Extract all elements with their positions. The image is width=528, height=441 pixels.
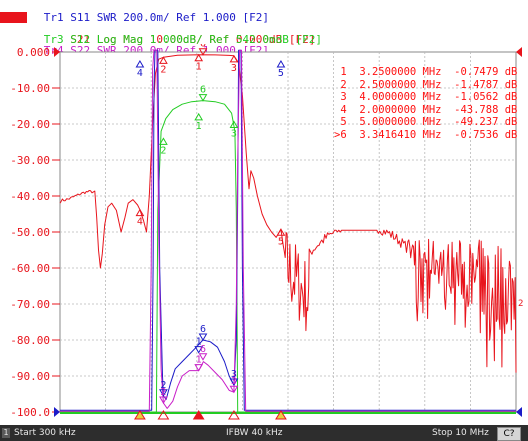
marker-readout-freq: 2.5000000 MHz [359, 78, 442, 91]
marker-readout-row: 5 5.0000000 MHz -49.237 dB [334, 116, 517, 129]
y-tick-label: -100.0 [10, 406, 50, 419]
plot-area[interactable]: 0.000 -10.00 -20.00 -30.00 -40.00 -50.00 -60.0… [0, 44, 528, 425]
marker-label: 1 [196, 62, 202, 73]
marker-label: 1 [196, 121, 202, 132]
marker-readout-value: -1.4787 dB [447, 78, 518, 91]
marker-readout-num: 2 [334, 78, 347, 91]
start-frequency[interactable]: Start 300 kHz [14, 425, 76, 441]
right-channel-label: 2 [518, 299, 523, 309]
marker-label: 2 [160, 387, 166, 398]
y-tick-label: -20.00 [10, 118, 50, 131]
marker-readout-freq: 2.0000000 MHz [359, 103, 442, 116]
vna-window: Tr1 S11 SWR 200.0m/ Ref 1.000 [F2] Tr2 S… [0, 0, 528, 441]
trace-legend: Tr1 S11 SWR 200.0m/ Ref 1.000 [F2] Tr2 S… [0, 0, 528, 56]
y-tick-label: 0.000 [17, 46, 50, 59]
status-bar: 1 Start 300 kHz IFBW 40 kHz Stop 10 MHz … [0, 425, 528, 441]
marker-label: 4 [137, 217, 143, 228]
marker-label: 3 [231, 128, 237, 139]
marker-label: 5 [278, 68, 284, 79]
ifbw-setting[interactable]: IFBW 40 kHz [226, 425, 282, 441]
marker-readout-freq: 5.0000000 MHz [359, 116, 442, 128]
y-tick-label: -90.00 [10, 370, 50, 383]
y-tick-label: -80.00 [10, 334, 50, 347]
marker-label: 6 [200, 324, 206, 335]
right-ref-arrow-red [516, 47, 522, 57]
marker-readout-num: 1 [334, 66, 347, 78]
trace-legend-tr2[interactable]: Tr2 S21 Log Mag 10.00dB/ Ref 0.000dB [F2… [0, 12, 315, 45]
y-tick-label: -50.00 [10, 226, 50, 239]
continuous-sweep-button[interactable]: C? [497, 427, 521, 441]
y-tick-label: -60.00 [10, 262, 50, 275]
marker-readout-num: 4 [334, 103, 347, 116]
marker-readout-freq: 4.0000000 MHz [359, 91, 442, 103]
marker-readout-value: -0.7536 dB [447, 128, 518, 141]
marker-readout-row: 3 4.0000000 MHz -1.0562 dB [334, 91, 517, 104]
y-tick-label: -10.00 [10, 82, 50, 95]
stop-frequency[interactable]: Stop 10 MHz [432, 425, 489, 441]
trace-legend-tr3[interactable]: Tr3 S12 Log Mag 1.000dB/ Ref 542.0mdB [F… [4, 23, 322, 45]
marker-label: 6 [200, 344, 206, 355]
marker-readout-num: 3 [334, 91, 347, 103]
marker-readout-value: -1.0562 dB [447, 91, 518, 103]
marker-readout-freq: 3.3416410 MHz [359, 128, 442, 141]
marker-label: 3 [231, 376, 237, 387]
marker-label: 2 [160, 145, 166, 156]
marker-readout-row: 2 2.5000000 MHz -1.4787 dB [334, 79, 517, 92]
right-ref-arrow-blue [516, 407, 522, 417]
marker-readout-table: 1 3.2500000 MHz -0.7479 dB 2 2.5000000 M… [334, 66, 517, 141]
y-tick-label: -70.00 [10, 298, 50, 311]
marker-readout-num: >6 [334, 128, 347, 141]
marker-readout-value: -49.237 dB [447, 116, 518, 128]
y-tick-label: -40.00 [10, 190, 50, 203]
trace-legend-tr1[interactable]: Tr1 S11 SWR 200.0m/ Ref 1.000 [F2] [4, 1, 269, 23]
marker-readout-freq: 3.2500000 MHz [359, 66, 442, 78]
marker-label: 3 [231, 63, 237, 74]
marker-readout-num: 5 [334, 116, 347, 128]
marker-label: 6 [200, 85, 206, 96]
marker-label: 2 [160, 64, 166, 75]
marker-label: 4 [137, 68, 143, 79]
active-trace-highlight [0, 12, 27, 23]
marker-label: 6 [200, 44, 206, 50]
marker-readout-value: -0.7479 dB [447, 66, 518, 78]
marker-label: 5 [278, 236, 284, 247]
marker-readout-row: 4 2.0000000 MHz -43.788 dB [334, 104, 517, 117]
marker-readout-row: 1 3.2500000 MHz -0.7479 dB [334, 66, 517, 79]
left-ref-arrow-blue [54, 407, 60, 417]
left-ref-arrow-red [54, 47, 60, 57]
marker-readout-value: -43.788 dB [447, 103, 518, 116]
channel-indicator[interactable]: 1 [2, 428, 10, 438]
marker-readout-row: >6 3.3416410 MHz -0.7536 dB [334, 129, 517, 142]
y-tick-label: -30.00 [10, 154, 50, 167]
